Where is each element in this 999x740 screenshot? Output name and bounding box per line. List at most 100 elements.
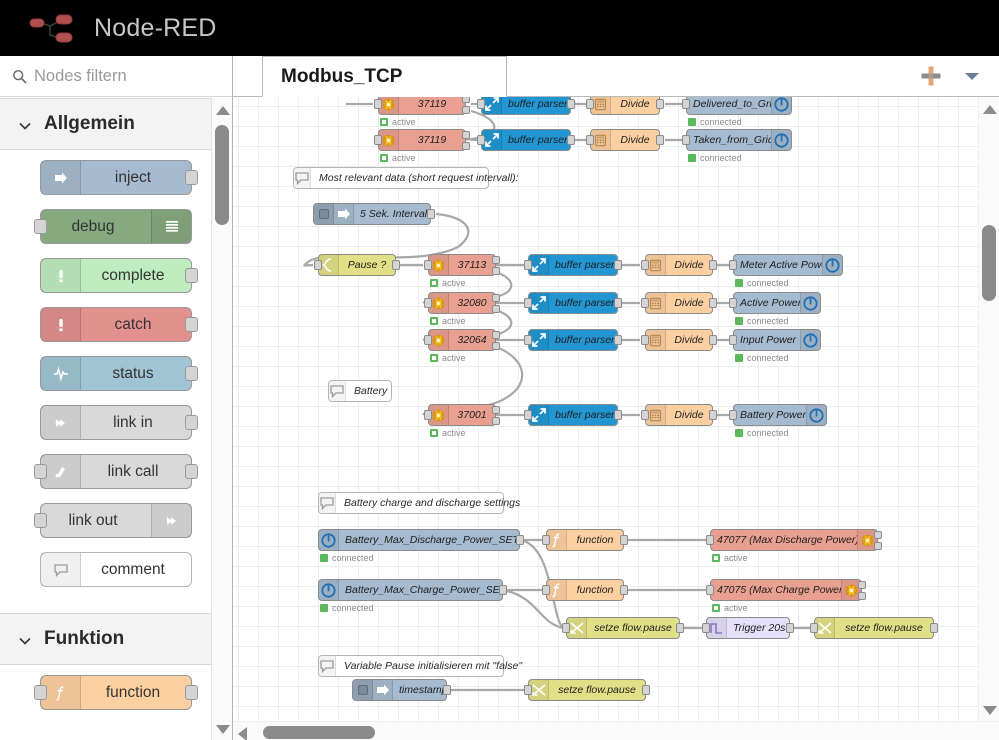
node-input-port[interactable] (729, 260, 737, 270)
flow-node-modbus-read[interactable]: 37119 (374, 129, 470, 151)
node-output-port[interactable] (185, 317, 198, 332)
flow-node-modbus-read[interactable]: 37119 (374, 97, 470, 115)
node-input-port[interactable] (729, 298, 737, 308)
palette-filter-row[interactable] (0, 56, 232, 97)
flow-node-mqtt-out[interactable]: Taken_from_Grid (682, 129, 792, 151)
node-output-port[interactable] (185, 366, 198, 381)
flow-comment-node[interactable]: Most relevant data (short request interv… (293, 167, 519, 189)
node-output-port-1[interactable] (462, 131, 470, 139)
node-output-port-1[interactable] (462, 97, 470, 103)
node-input-port[interactable] (424, 335, 432, 345)
node-input-port[interactable] (586, 99, 594, 109)
flow-node-switch[interactable]: Pause ? (314, 254, 400, 276)
node-output-port[interactable] (567, 99, 575, 109)
scroll-up-arrow-icon[interactable] (216, 106, 230, 115)
node-input-port[interactable] (641, 410, 649, 420)
inject-trigger-button[interactable] (314, 204, 334, 224)
node-output-port[interactable] (709, 335, 717, 345)
node-output-port[interactable] (185, 685, 198, 700)
node-output-port-2[interactable] (858, 592, 866, 600)
palette-node-link-in[interactable]: link in (40, 405, 198, 440)
flow-node-buffer-parser[interactable]: buffer parser (524, 329, 622, 351)
node-input-port[interactable] (542, 585, 550, 595)
node-output-port[interactable] (620, 585, 628, 595)
flow-node-function[interactable]: function (542, 529, 628, 551)
node-output-port[interactable] (443, 685, 451, 695)
flow-canvas[interactable]: Most relevant data (short request interv… (233, 97, 999, 740)
flow-node-modbus-write[interactable]: 47075 (Max Charge Power) (706, 579, 866, 601)
palette-scrollbar[interactable] (211, 98, 232, 740)
flow-node-buffer-parser[interactable]: buffer parser (524, 404, 622, 426)
flow-node-trigger[interactable]: Trigger 20s (702, 617, 794, 639)
node-input-port[interactable] (641, 260, 649, 270)
node-input-port[interactable] (682, 135, 690, 145)
node-input-port[interactable] (477, 99, 485, 109)
flow-node-modbus-read[interactable]: 32064 (424, 329, 500, 351)
node-output-port[interactable] (185, 464, 198, 479)
flow-node-calculator[interactable]: Divide (641, 404, 717, 426)
node-output-port[interactable] (614, 410, 622, 420)
node-input-port[interactable] (424, 298, 432, 308)
flow-node-calculator[interactable]: Divide (641, 254, 717, 276)
node-input-port[interactable] (641, 298, 649, 308)
flow-node-calculator[interactable]: Divide (586, 97, 664, 115)
flow-node-calculator[interactable]: Divide (641, 292, 717, 314)
node-input-port[interactable] (562, 623, 570, 633)
node-output-port[interactable] (676, 623, 684, 633)
node-output-port[interactable] (656, 99, 664, 109)
flow-comment-node[interactable]: Battery (328, 380, 392, 402)
workspace-hscroll-thumb[interactable] (263, 726, 375, 739)
node-input-port[interactable] (374, 99, 382, 109)
palette-node-catch[interactable]: catch (40, 307, 198, 342)
node-input-port[interactable] (682, 99, 690, 109)
plus-icon[interactable] (919, 64, 943, 88)
node-input-port[interactable] (374, 135, 382, 145)
node-output-port[interactable] (185, 268, 198, 283)
node-output-port[interactable] (656, 135, 664, 145)
node-input-port[interactable] (524, 685, 532, 695)
node-output-port[interactable] (567, 135, 575, 145)
node-output-port[interactable] (642, 685, 650, 695)
node-output-port[interactable] (614, 260, 622, 270)
node-input-port[interactable] (706, 585, 714, 595)
node-output-port[interactable] (614, 335, 622, 345)
palette-scrollbar-thumb[interactable] (215, 125, 229, 225)
flow-node-calculator[interactable]: Divide (586, 129, 664, 151)
node-input-port[interactable] (810, 623, 818, 633)
flow-node-calculator[interactable]: Divide (641, 329, 717, 351)
flow-node-inject[interactable]: 5 Sek. Intervall ↺ (313, 203, 435, 225)
node-output-port[interactable] (930, 623, 938, 633)
flow-node-change[interactable]: setze flow.pause (810, 617, 938, 639)
node-input-port[interactable] (641, 335, 649, 345)
flow-node-mqtt-out[interactable]: Battery Power (729, 404, 827, 426)
scroll-left-arrow-icon[interactable] (238, 727, 247, 740)
flow-node-buffer-parser[interactable]: buffer parser (477, 97, 575, 115)
flow-node-mqtt-out[interactable]: Delivered_to_Grid (682, 97, 792, 115)
node-input-port[interactable] (477, 135, 485, 145)
node-output-port-2[interactable] (492, 305, 500, 313)
scroll-down-arrow-icon[interactable] (983, 706, 997, 715)
scroll-down-arrow-icon[interactable] (216, 725, 230, 734)
flow-node-modbus-read[interactable]: 32080 (424, 292, 500, 314)
node-output-port-2[interactable] (492, 267, 500, 275)
node-input-port[interactable] (34, 219, 47, 234)
flow-node-change[interactable]: setze flow.pause (562, 617, 684, 639)
node-output-port[interactable] (185, 170, 198, 185)
node-output-port-1[interactable] (492, 331, 500, 339)
node-output-port-1[interactable] (858, 581, 866, 589)
node-input-port[interactable] (424, 410, 432, 420)
palette-node-inject[interactable]: inject (40, 160, 198, 195)
node-output-port[interactable] (709, 410, 717, 420)
node-input-port[interactable] (34, 685, 47, 700)
node-output-port-1[interactable] (874, 531, 882, 539)
node-output-port[interactable] (427, 209, 435, 219)
palette-category-allgemein[interactable]: Allgemein (0, 98, 232, 150)
node-output-port[interactable] (516, 535, 524, 545)
node-output-port-2[interactable] (874, 542, 882, 550)
palette-category-funktion[interactable]: Funktion (0, 613, 232, 665)
node-input-port[interactable] (586, 135, 594, 145)
node-input-port[interactable] (314, 260, 322, 270)
flow-node-buffer-parser[interactable]: buffer parser (524, 254, 622, 276)
node-output-port[interactable] (786, 623, 794, 633)
node-output-port[interactable] (709, 298, 717, 308)
